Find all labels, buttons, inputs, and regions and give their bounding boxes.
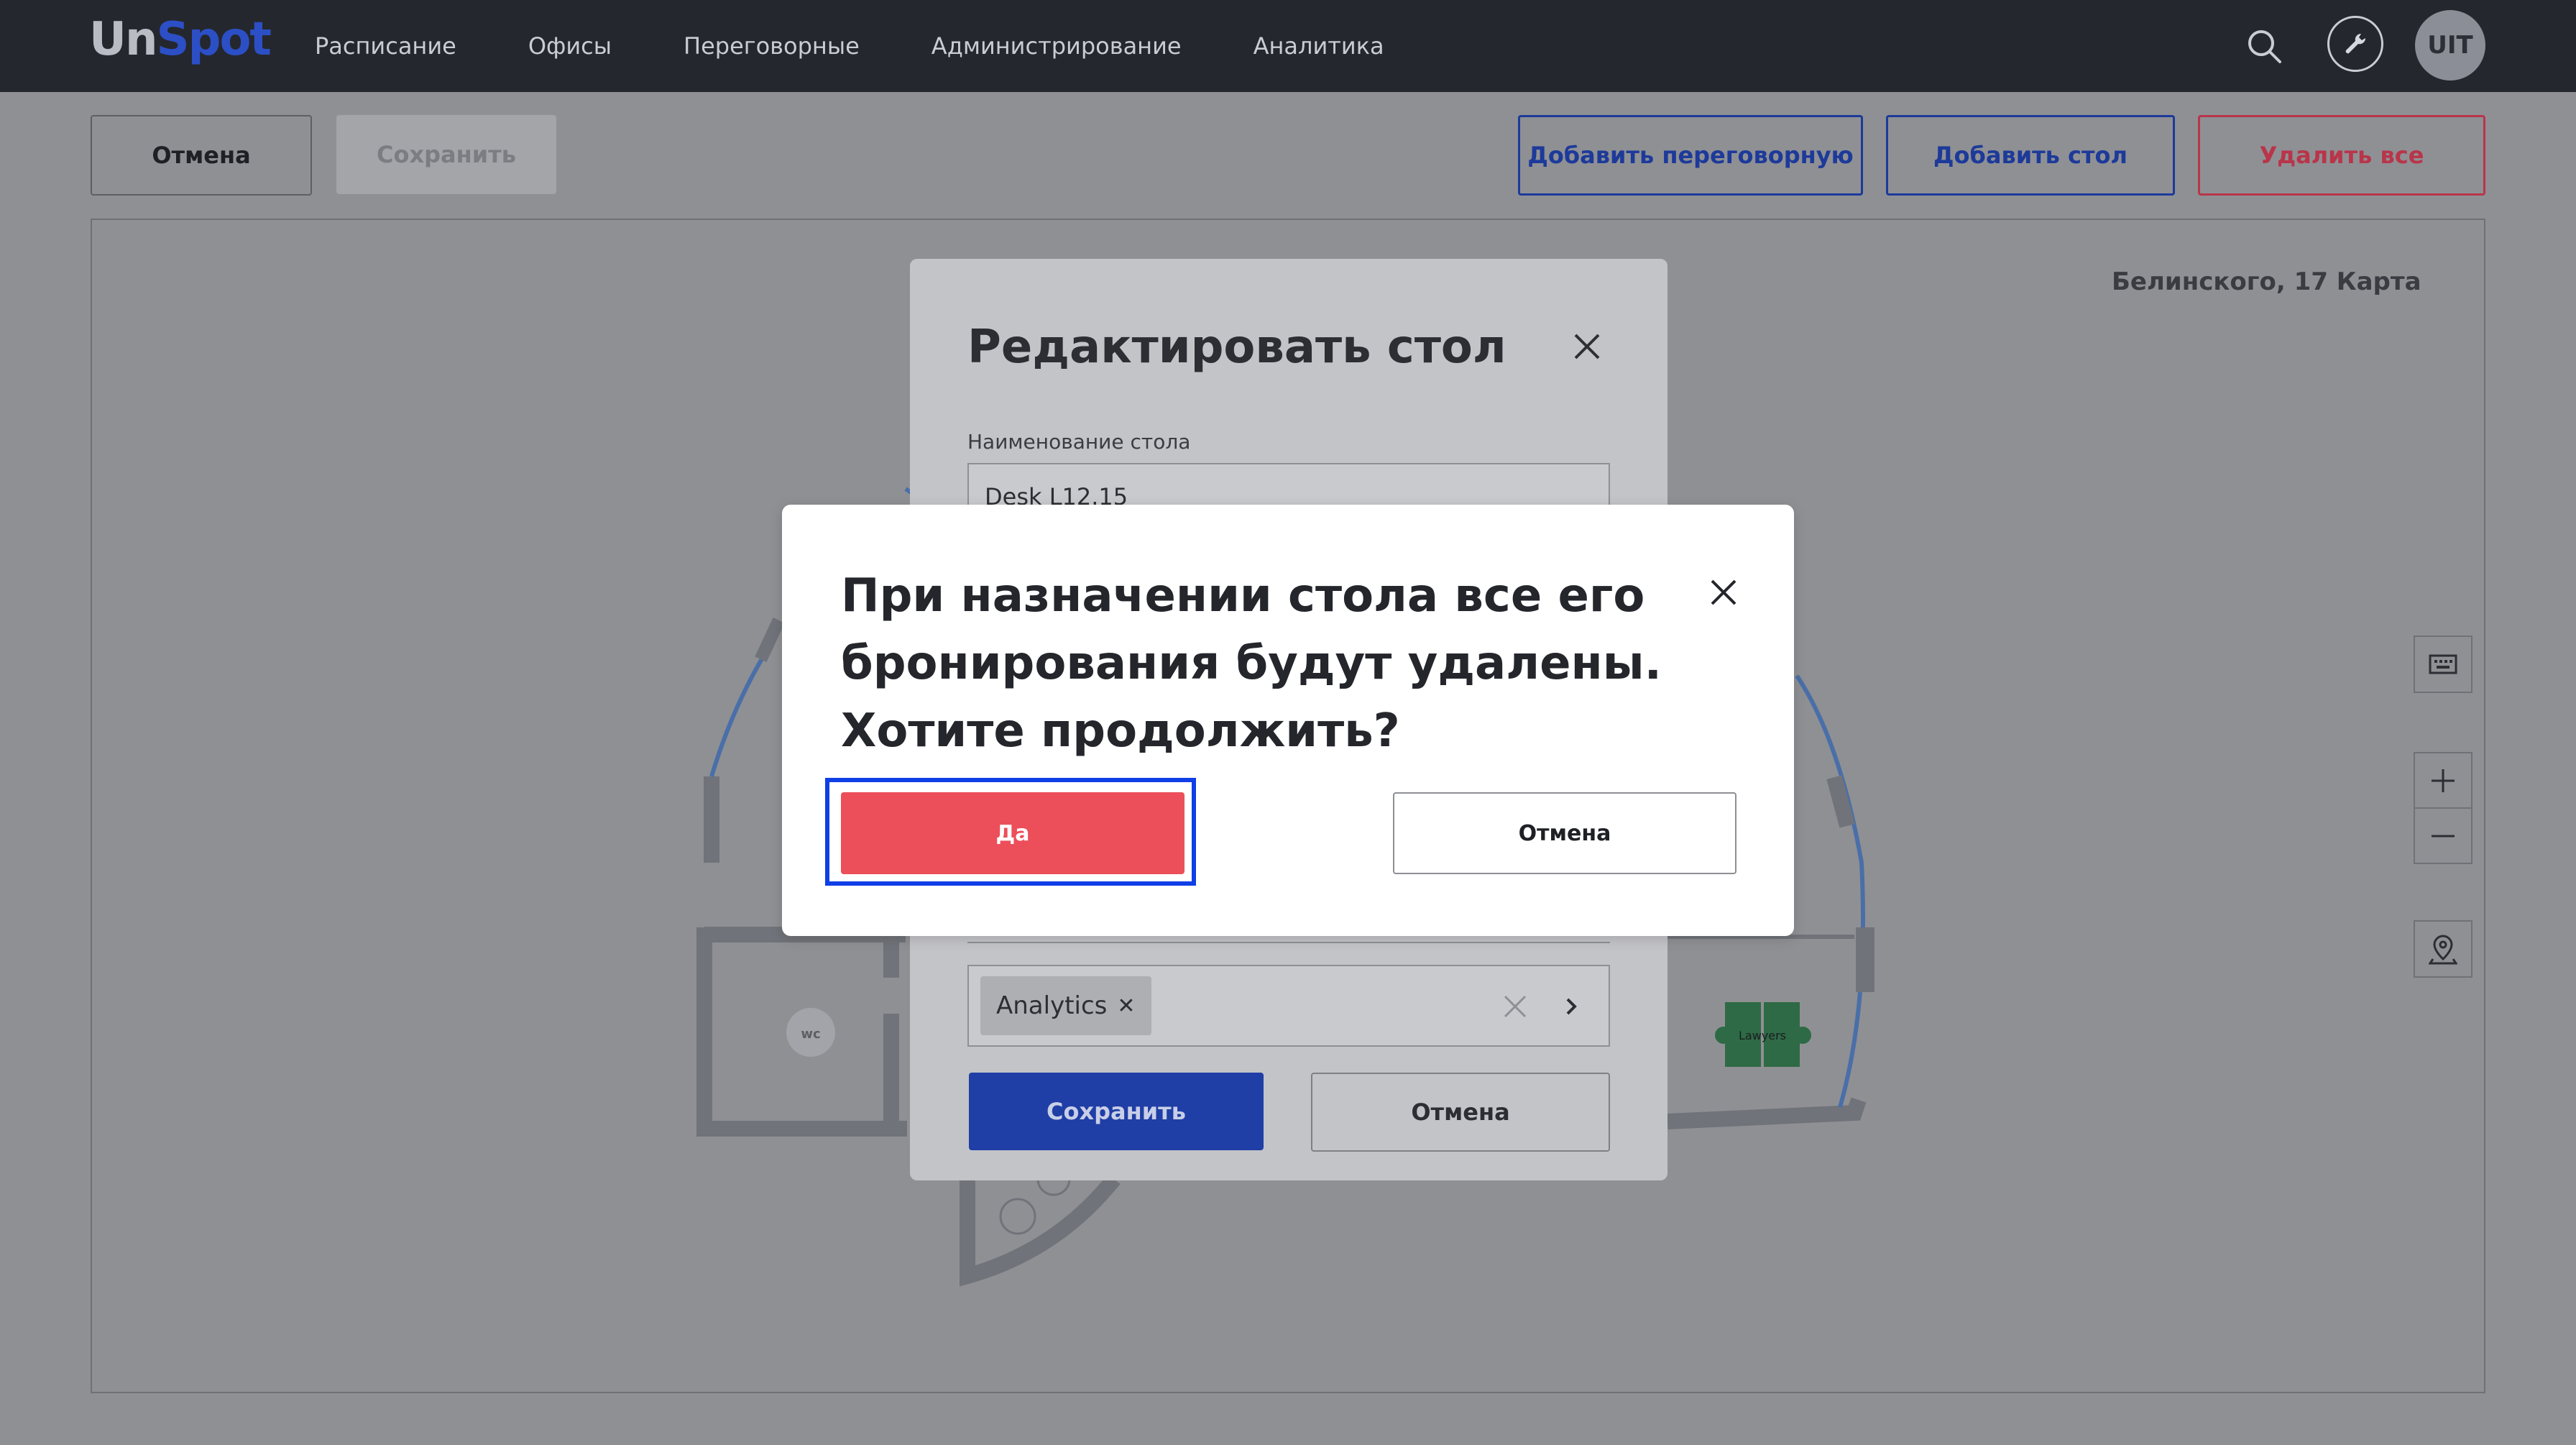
field-divider [967, 942, 1610, 943]
confirm-cancel-button[interactable]: Отмена [1393, 792, 1736, 874]
confirm-yes-button[interactable]: Да [841, 792, 1184, 874]
confirm-dialog: При назначении стола все его бронировани… [782, 505, 1794, 936]
clear-icon[interactable] [1501, 992, 1530, 1021]
confirm-message: При назначении стола все его бронировани… [841, 569, 1662, 758]
edit-dialog-title: Редактировать стол [967, 321, 1506, 374]
plus-icon [2432, 769, 2455, 792]
dialog-cancel-button[interactable]: Отмена [1311, 1073, 1610, 1152]
minus-icon [2432, 835, 2455, 837]
keyboard-toggle-button[interactable] [2414, 636, 2472, 693]
locate-button[interactable] [2414, 920, 2472, 978]
desk-group-label: Lawyers [1739, 1029, 1786, 1042]
close-icon[interactable] [1570, 329, 1604, 364]
tag-remove-icon[interactable]: ✕ [1117, 994, 1135, 1019]
zoom-in-button[interactable] [2415, 753, 2471, 807]
desk-name-input[interactable]: Desk L12.15 [967, 463, 1610, 506]
keyboard-icon [2429, 654, 2457, 674]
office-map-label: Белинского, 17 Карта [2112, 267, 2421, 296]
zoom-controls [2414, 752, 2472, 864]
chevron-right-icon[interactable] [1557, 992, 1586, 1021]
map-pin-icon [2429, 935, 2457, 965]
dialog-save-button[interactable]: Сохранить [969, 1073, 1264, 1150]
zoom-out-button[interactable] [2415, 807, 2471, 863]
tags-select[interactable]: Analytics ✕ [967, 965, 1610, 1047]
wc-label: wc [801, 1027, 820, 1042]
tag-chip-label: Analytics [996, 991, 1108, 1020]
close-icon[interactable] [1706, 575, 1741, 610]
tag-chip[interactable]: Analytics ✕ [980, 976, 1151, 1035]
desk-name-label: Наименование стола [967, 430, 1191, 454]
